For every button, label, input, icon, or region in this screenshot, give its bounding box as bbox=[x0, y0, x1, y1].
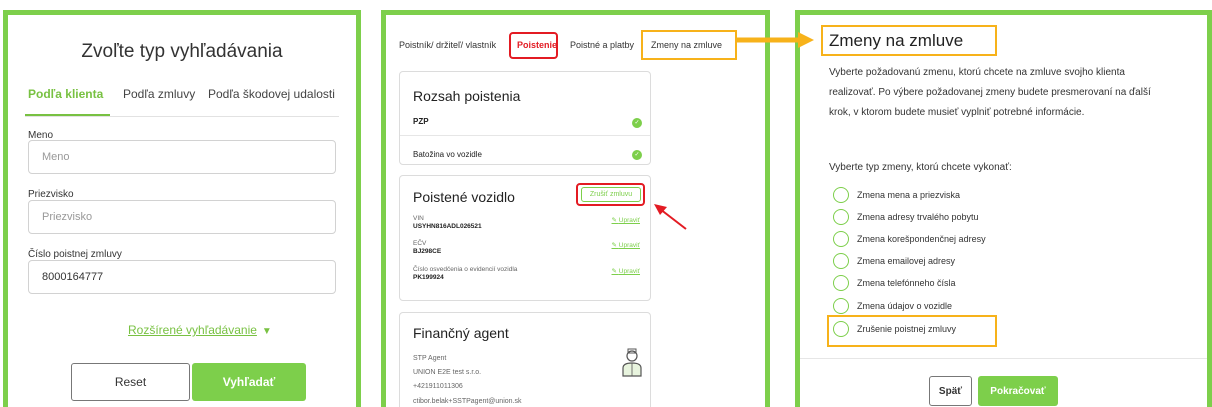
annotation-arrows bbox=[654, 32, 814, 230]
red-arrow-icon bbox=[654, 204, 687, 230]
orange-arrow-icon bbox=[735, 32, 814, 48]
